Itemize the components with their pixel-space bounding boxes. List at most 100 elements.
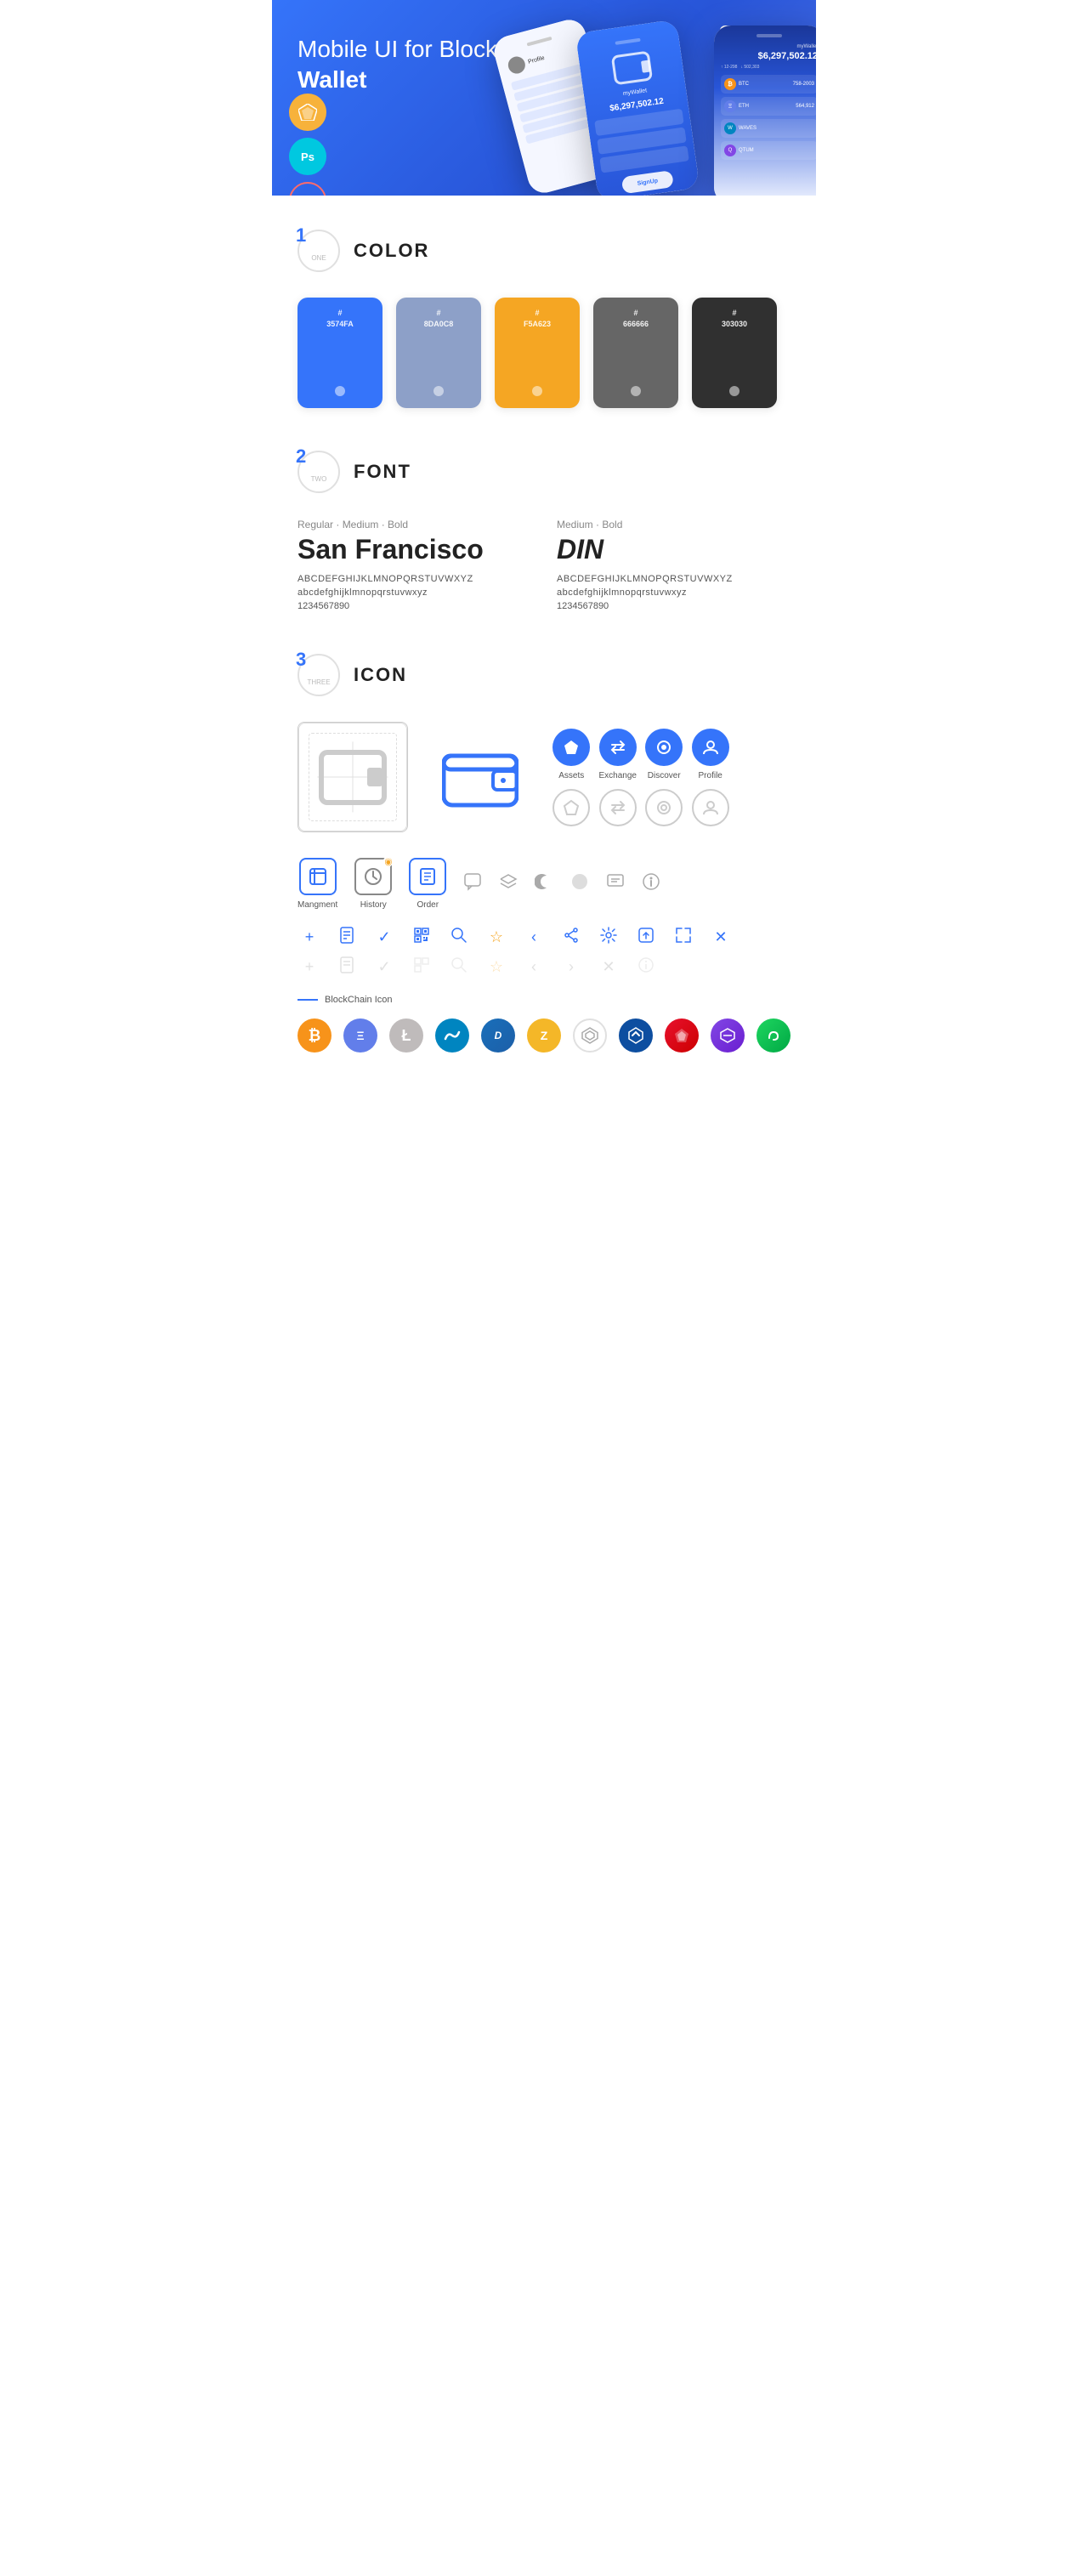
bottom-icon-row: Mangment History Order [298,858,790,910]
color-swatches: #3574FA #8DA0C8 #F5A623 #666666 #303030 [298,298,790,408]
phone-mockup-center: myWallet $6,297,502.12 SignUp [575,20,700,196]
share-icon [559,927,583,948]
nav-icon-group: Assets Exchange Discover [552,729,729,826]
assets-outline-circle [552,789,590,826]
message-icon [606,872,625,896]
lisk-icon [619,1018,653,1053]
sia-icon [756,1018,790,1053]
color-section-header: 1 ONE COLOR [298,230,790,272]
waves-icon [435,1018,469,1053]
close-icon: ✕ [709,928,733,946]
icon-grid-main: Assets Exchange Discover [298,722,790,832]
wallet-icon-blue [425,722,536,832]
ark-icon [665,1018,699,1053]
profile-outline-circle [692,789,729,826]
forward-ghost-icon: › [559,958,583,976]
icon-title: ICON [354,664,407,686]
nav-icon-profile-outline [691,789,728,826]
wallet-svg [442,746,518,809]
font-section-header: 2 TWO FONT [298,451,790,493]
ghost-icons-row: + ✓ ☆ ‹ › ✕ [298,956,790,978]
search-ghost-icon [447,956,471,978]
color-title: COLOR [354,240,429,262]
icon-section: Assets Exchange Discover [298,722,790,1053]
star-icon: ☆ [484,928,508,946]
font-din: Medium · Bold DIN ABCDEFGHIJKLMNOPQRSTUV… [557,519,790,611]
swatch-blue: #3574FA [298,298,382,408]
font-title: FONT [354,461,411,483]
grid-icon [573,1018,607,1053]
zcash-icon: Z [527,1018,561,1053]
icon-blueprint-wallet [298,722,408,832]
dash-icon: D [481,1018,515,1053]
main-content: 1 ONE COLOR #3574FA #8DA0C8 #F5A623 #666… [272,196,816,1129]
info-icon [642,872,660,896]
swatch-dark: #303030 [692,298,777,408]
hero-section: Mobile UI for Blockchain Wallet UI Kit P… [272,0,816,196]
management-icon-box [299,858,337,895]
icon-order: Order [409,858,446,910]
section-number-2: 2 TWO [298,451,340,493]
hero-badges: Ps 60+ Screens [289,94,326,196]
small-icons-active: + ✓ ☆ ‹ ✕ [298,927,790,948]
profile-icon-circle [692,729,729,766]
order-icon-box [409,858,446,895]
upload-icon [634,927,658,948]
layers-icon [499,872,518,896]
doc-icon [335,927,359,948]
nav-icon-assets: Assets [552,729,590,780]
litecoin-icon: Ł [389,1018,423,1053]
settings-icon [597,927,620,948]
phone-mockup-right: myWallet $6,297,502.12 ↑ 12-298 ↓ 502,30… [714,26,816,196]
plus-ghost-icon: + [298,958,321,976]
blockchain-label: BlockChain Icon [298,995,790,1005]
ps-badge: Ps [289,138,326,175]
doc-ghost-icon [335,956,359,978]
circle-icon [570,872,589,896]
star-ghost-icon: ☆ [484,958,508,976]
hero-phones: Profile myWallet $6,297,502.12 [468,0,816,196]
nav-icon-discover-outline [645,789,683,826]
font-grid: Regular · Medium · Bold San Francisco AB… [298,519,790,611]
qr-icon [410,927,434,948]
wallet-icon-outline [319,750,387,805]
nav-icon-exchange: Exchange [598,729,636,780]
back-icon: ‹ [522,928,546,946]
crypto-row: ₿ Ξ Ł D Z [298,1018,790,1053]
ethereum-icon: Ξ [343,1018,377,1053]
section-number-3: 3 THREE [298,654,340,696]
discover-outline-circle [645,789,683,826]
assets-icon-circle [552,729,590,766]
bitcoin-icon: ₿ [298,1018,332,1053]
history-icon-box [354,858,392,895]
qr-ghost-icon [410,956,434,978]
font-section: Regular · Medium · Bold San Francisco AB… [298,519,790,611]
close-ghost-icon: ✕ [597,958,620,976]
icon-management: Mangment [298,858,337,910]
check-ghost-icon: ✓ [372,958,396,976]
chat-icon [463,872,482,896]
exchange-icon-circle [599,729,637,766]
sketch-badge [289,94,326,131]
swatch-orange: #F5A623 [495,298,580,408]
icon-section-header: 3 THREE ICON [298,654,790,696]
info-ghost-icon [634,956,658,978]
nav-icon-discover: Discover [645,729,683,780]
swatch-gray-blue: #8DA0C8 [396,298,481,408]
back-ghost-icon: ‹ [522,958,546,976]
search-icon [447,927,471,948]
check-icon: ✓ [372,928,396,946]
plus-icon: + [298,928,321,946]
screens-badge: 60+ Screens [289,182,326,196]
nav-icon-profile: Profile [691,729,728,780]
blockchain-line [298,999,318,1001]
swatch-gray: #666666 [593,298,678,408]
discover-icon-circle [645,729,683,766]
font-san-francisco: Regular · Medium · Bold San Francisco AB… [298,519,531,611]
nav-icon-exchange-outline [598,789,636,826]
resize-icon [672,927,695,948]
icon-history: History [354,858,392,910]
section-number-1: 1 ONE [298,230,340,272]
matic-icon [711,1018,745,1053]
exchange-outline-circle [599,789,637,826]
